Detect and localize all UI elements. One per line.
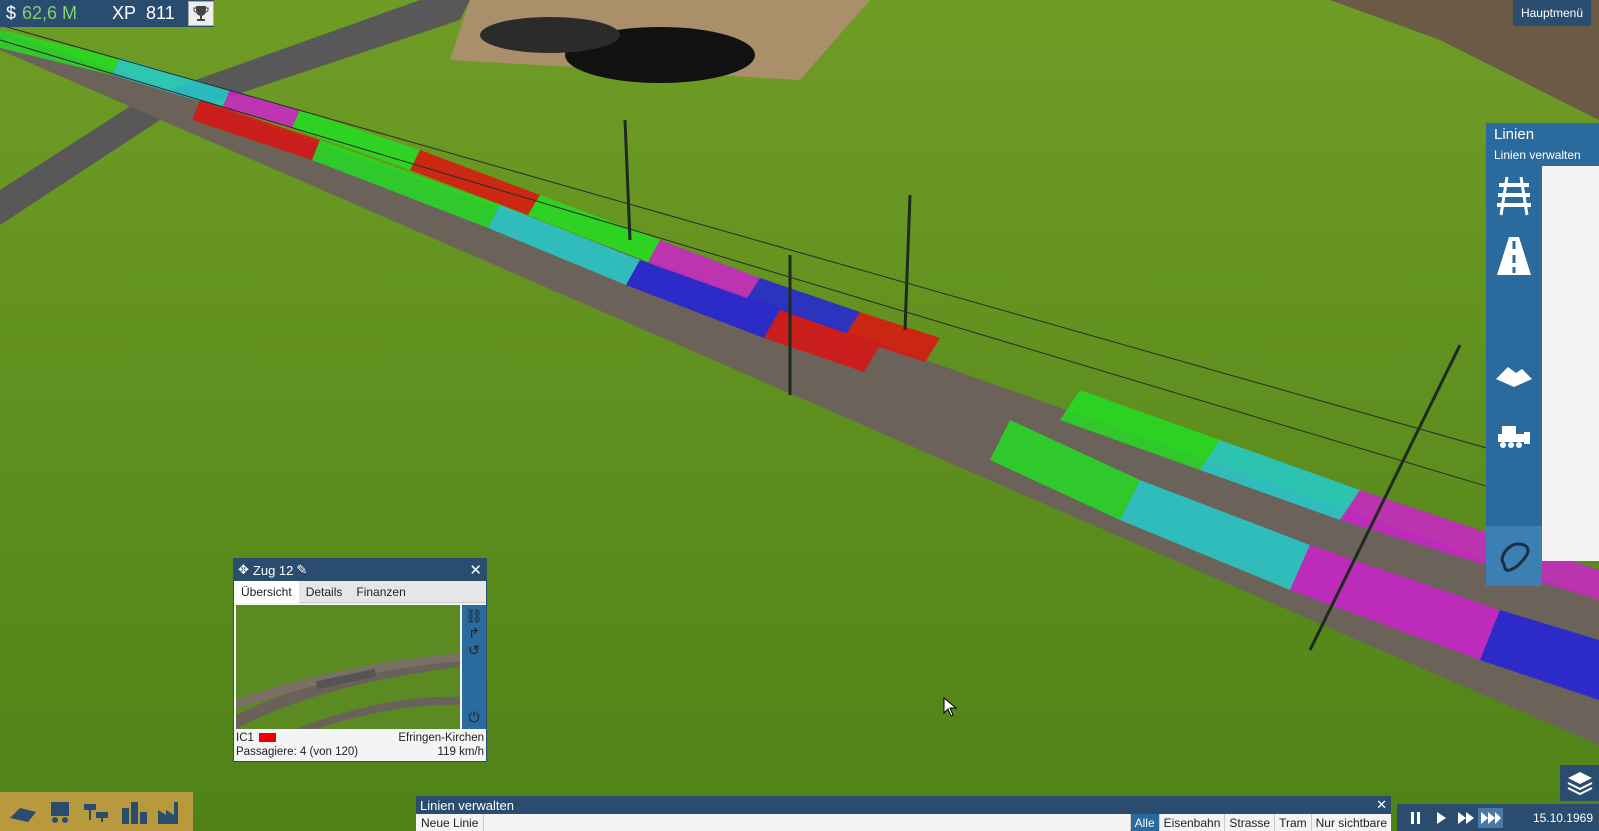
fastest-forward-button[interactable] xyxy=(1478,807,1503,828)
pause-button[interactable] xyxy=(1403,808,1428,828)
line-tool-button[interactable] xyxy=(1486,526,1542,586)
train-window: ✥ Zug 12 ✎ ✕ Übersicht Details Finanzen … xyxy=(233,558,487,762)
layers-icon xyxy=(1567,772,1592,796)
lines-menu-icon[interactable] xyxy=(82,800,112,824)
line-filters: Alle Eisenbahn Strasse Tram Nur sichtbar… xyxy=(1129,814,1391,831)
rail-tool-button[interactable] xyxy=(1486,166,1542,226)
lines-panel-header: Linien Linien verwalten xyxy=(1486,123,1599,166)
line-color-swatch xyxy=(258,733,276,743)
bulldozer-tool-button[interactable] xyxy=(1486,406,1542,466)
train-info: IC1 Efringen-Kirchen Passagiere: 4 (von … xyxy=(236,731,484,759)
speed: 119 km/h xyxy=(437,746,484,758)
tab-finances[interactable]: Finanzen xyxy=(349,581,412,603)
filter-tram[interactable]: Tram xyxy=(1274,814,1311,831)
filter-visible-only[interactable]: Nur sichtbare xyxy=(1310,814,1391,831)
xp-value: 811 xyxy=(146,3,175,23)
fast-forward-button[interactable] xyxy=(1453,808,1478,828)
line-manager-header: Linien verwalten ✕ xyxy=(416,796,1391,814)
tab-overview[interactable]: Übersicht xyxy=(234,580,299,603)
train-window-tabs: Übersicht Details Finanzen xyxy=(234,580,486,603)
layers-button[interactable] xyxy=(1560,765,1599,801)
mouse-cursor-icon xyxy=(943,697,958,717)
locate-icon[interactable]: ✥ xyxy=(238,562,249,578)
rail-icon xyxy=(1497,176,1531,216)
train-window-header: ✥ Zug 12 ✎ ✕ xyxy=(234,559,486,581)
send-to-depot-icon[interactable]: ↱ xyxy=(468,625,480,642)
line-manager-title: Linien verwalten xyxy=(420,797,514,813)
fastest-forward-icon xyxy=(1480,811,1501,824)
line-name: IC1 xyxy=(236,732,254,744)
lines-panel: Linien Linien verwalten xyxy=(1486,123,1599,586)
line-manager-window: Linien verwalten ✕ Neue Linie Alle Eisen… xyxy=(416,796,1391,831)
filter-rail[interactable]: Eisenbahn xyxy=(1158,814,1225,831)
edit-name-icon[interactable]: ✎ xyxy=(296,562,307,578)
new-line-button[interactable]: Neue Linie xyxy=(416,814,485,831)
status-bar: $ 62,6 M XP 811 xyxy=(0,0,214,27)
reverse-icon[interactable]: ↺ xyxy=(468,642,480,659)
close-icon[interactable]: ✕ xyxy=(1376,797,1387,813)
train-tools: ⛓ ↱ ↺ ⏻ xyxy=(462,605,486,729)
filter-road[interactable]: Strasse xyxy=(1224,814,1274,831)
destination: Efringen-Kirchen xyxy=(398,732,484,744)
line-manager-toolbar: Neue Linie Alle Eisenbahn Strasse Tram N… xyxy=(416,814,1391,831)
trophy-button[interactable] xyxy=(188,1,214,26)
road-tool-button[interactable] xyxy=(1486,226,1542,286)
main-menu-button[interactable]: Hauptmenü xyxy=(1512,0,1591,26)
terrain-icon xyxy=(1496,367,1532,387)
lines-panel-title: Linien xyxy=(1494,126,1535,143)
bulldozer-icon xyxy=(1498,426,1530,448)
currency-symbol: $ xyxy=(5,3,16,23)
tab-details[interactable]: Details xyxy=(299,581,350,603)
follow-link-icon[interactable]: ⛓ xyxy=(465,608,483,625)
build-menu xyxy=(0,792,193,831)
passengers: Passagiere: 4 (von 120) xyxy=(236,746,359,758)
coal-pile-2 xyxy=(480,17,620,53)
vehicles-icon[interactable] xyxy=(45,800,75,824)
fast-forward-icon xyxy=(1457,811,1474,824)
xp-label: XP xyxy=(112,3,137,23)
train-camera-view[interactable] xyxy=(236,605,460,729)
money-value: 62,6 M xyxy=(22,3,78,23)
play-button[interactable] xyxy=(1428,808,1453,828)
train-name: Zug 12 xyxy=(252,562,294,578)
filter-all[interactable]: Alle xyxy=(1129,814,1159,831)
lines-toolbar xyxy=(1486,166,1542,586)
road-icon xyxy=(1497,237,1531,275)
terrain-tool-button[interactable] xyxy=(1486,346,1542,406)
lines-list xyxy=(1542,166,1599,561)
game-speed-controls: 15.10.1969 xyxy=(1397,804,1599,831)
trophy-icon xyxy=(193,5,209,21)
train-preview-image xyxy=(236,605,460,729)
close-icon[interactable]: ✕ xyxy=(469,561,482,579)
play-icon xyxy=(1436,811,1446,824)
bulldoze-build-icon[interactable] xyxy=(8,800,38,824)
power-icon[interactable]: ⏻ xyxy=(468,709,479,726)
line-tool-icon xyxy=(1500,542,1530,572)
lines-panel-subtitle: Linien verwalten xyxy=(1494,148,1581,162)
industries-icon[interactable] xyxy=(156,800,186,824)
pause-icon xyxy=(1410,811,1420,824)
game-date: 15.10.1969 xyxy=(1532,810,1593,825)
towns-icon[interactable] xyxy=(119,800,149,824)
